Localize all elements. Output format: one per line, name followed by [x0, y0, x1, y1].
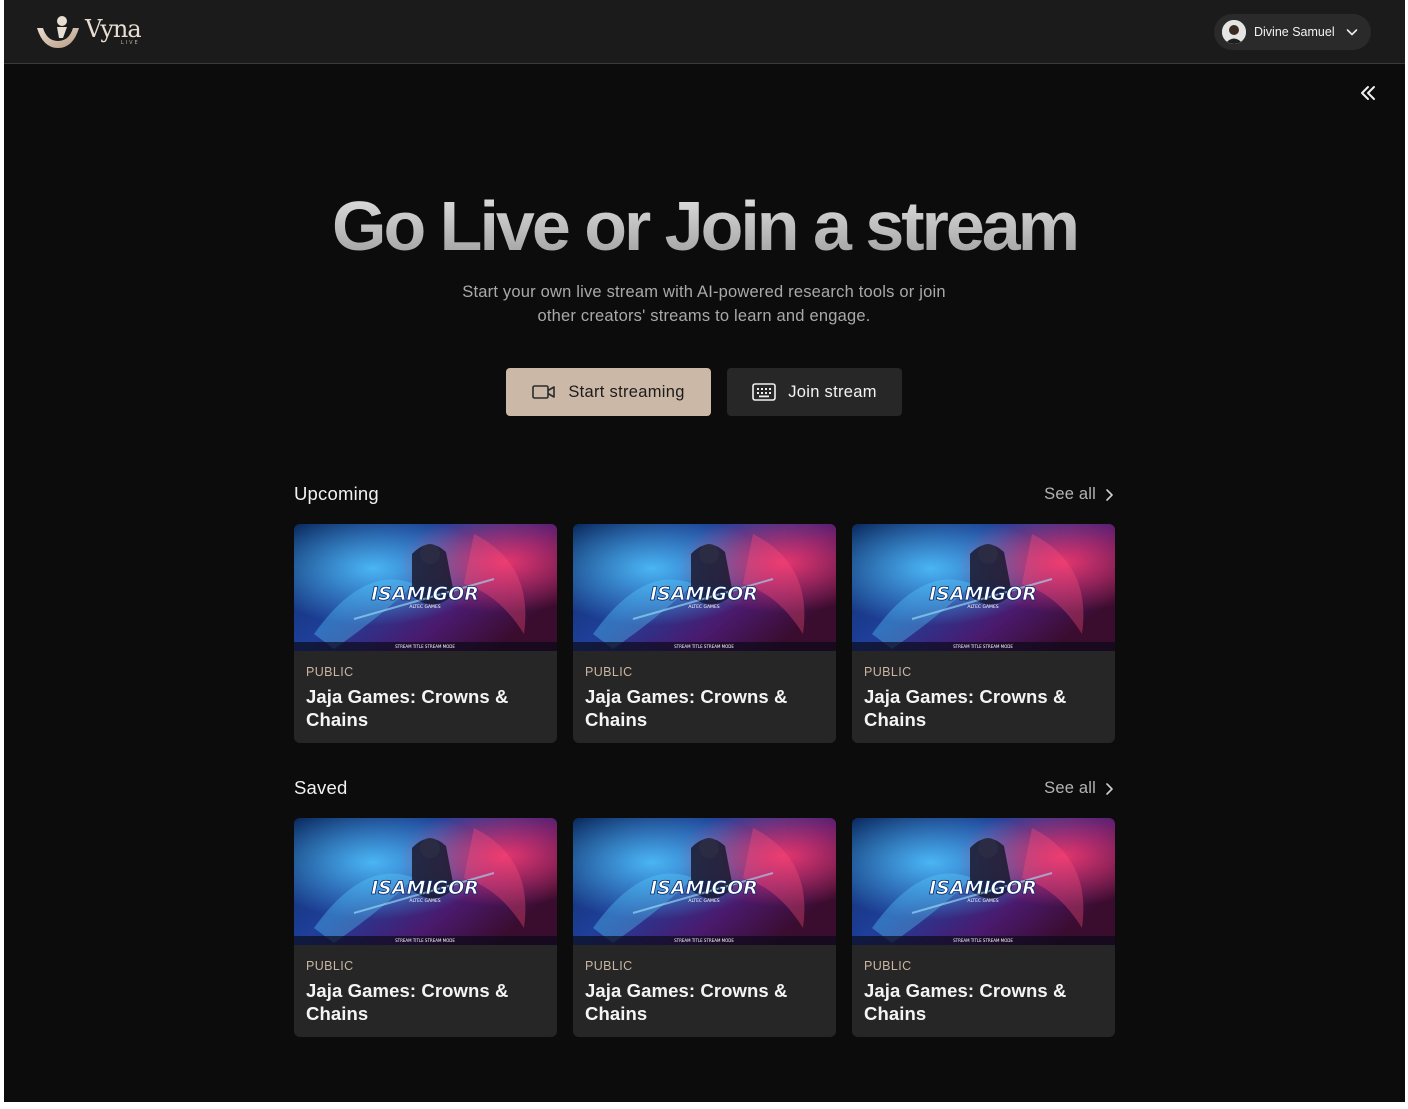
- stream-thumbnail: ISAMIGOR ALTEC GAMES STREAM TITLE STREAM…: [852, 524, 1115, 651]
- join-stream-label: Join stream: [788, 382, 877, 401]
- thumbnail-caption-text: STREAM TITLE STREAM MODE: [395, 938, 455, 943]
- saved-card-list: ISAMIGOR ALTEC GAMES STREAM TITLE STREAM…: [294, 818, 1115, 1037]
- stream-card[interactable]: ISAMIGOR ALTEC GAMES STREAM TITLE STREAM…: [852, 818, 1115, 1037]
- stream-card[interactable]: ISAMIGOR ALTEC GAMES STREAM TITLE STREAM…: [294, 818, 557, 1037]
- user-menu-button[interactable]: Divine Samuel: [1214, 14, 1371, 50]
- thumbnail-tag-text: ALTEC GAMES: [688, 604, 719, 610]
- see-all-label: See all: [1044, 779, 1096, 797]
- thumbnail-logo-text: ISAMIGOR: [929, 877, 1037, 899]
- page-subtitle: Start your own live stream with AI-power…: [462, 283, 946, 325]
- thumbnail-tag-text: ALTEC GAMES: [688, 898, 719, 904]
- visibility-badge: PUBLIC: [864, 959, 912, 973]
- stream-card[interactable]: ISAMIGOR ALTEC GAMES STREAM TITLE STREAM…: [573, 818, 836, 1037]
- thumbnail-caption-text: STREAM TITLE STREAM MODE: [953, 644, 1013, 649]
- stream-thumbnail: ISAMIGOR ALTEC GAMES STREAM TITLE STREAM…: [294, 818, 557, 945]
- visibility-badge: PUBLIC: [585, 959, 633, 973]
- avatar: [1222, 20, 1246, 44]
- thumbnail-logo-text: ISAMIGOR: [371, 877, 479, 899]
- stream-title: Jaja Games: Crowns & Chains: [585, 980, 788, 1024]
- chevron-right-icon: [1106, 782, 1113, 795]
- start-streaming-label: Start streaming: [568, 382, 685, 401]
- logo-subtext: LIVE: [120, 40, 140, 46]
- user-name: Divine Samuel: [1254, 25, 1335, 39]
- visibility-badge: PUBLIC: [306, 959, 354, 973]
- stream-title: Jaja Games: Crowns & Chains: [864, 980, 1067, 1024]
- visibility-badge: PUBLIC: [306, 665, 354, 679]
- page-title: Go Live or Join a stream: [4, 186, 1405, 266]
- logo-wordmark: Vyna: [85, 15, 142, 43]
- stream-title: Jaja Games: Crowns & Chains: [306, 686, 509, 730]
- join-stream-button[interactable]: Join stream: [727, 368, 902, 416]
- vyna-logo[interactable]: Vyna LIVE: [35, 14, 142, 50]
- thumbnail-tag-text: ALTEC GAMES: [409, 898, 440, 904]
- thumbnail-caption-text: STREAM TITLE STREAM MODE: [674, 644, 734, 649]
- see-all-label: See all: [1044, 485, 1096, 503]
- stream-card[interactable]: ISAMIGOR ALTEC GAMES STREAM TITLE STREAM…: [573, 524, 836, 743]
- thumbnail-logo-text: ISAMIGOR: [371, 583, 479, 605]
- keyboard-icon: [752, 383, 777, 401]
- chevron-right-icon: [1106, 488, 1113, 501]
- logo-mark-icon: [37, 16, 79, 48]
- section-title-saved: Saved: [294, 777, 348, 798]
- thumbnail-logo-text: ISAMIGOR: [929, 583, 1037, 605]
- thumbnail-tag-text: ALTEC GAMES: [967, 604, 998, 610]
- stream-title: Jaja Games: Crowns & Chains: [585, 686, 788, 730]
- double-chevron-left-icon[interactable]: [1357, 82, 1379, 104]
- see-all-saved-link[interactable]: See all: [1044, 779, 1114, 798]
- stream-thumbnail: ISAMIGOR ALTEC GAMES STREAM TITLE STREAM…: [294, 524, 557, 651]
- thumbnail-caption-text: STREAM TITLE STREAM MODE: [674, 938, 734, 943]
- thumbnail-caption-text: STREAM TITLE STREAM MODE: [395, 644, 455, 649]
- see-all-upcoming-link[interactable]: See all: [1044, 485, 1114, 504]
- app-window: Vyna LIVE Divine Samuel Go Live or Join …: [4, 0, 1405, 1102]
- stream-card[interactable]: ISAMIGOR ALTEC GAMES STREAM TITLE STREAM…: [852, 524, 1115, 743]
- stream-card[interactable]: ISAMIGOR ALTEC GAMES STREAM TITLE STREAM…: [294, 524, 557, 743]
- stream-title: Jaja Games: Crowns & Chains: [306, 980, 509, 1024]
- section-title-upcoming: Upcoming: [294, 483, 379, 504]
- stream-thumbnail: ISAMIGOR ALTEC GAMES STREAM TITLE STREAM…: [573, 818, 836, 945]
- visibility-badge: PUBLIC: [585, 665, 633, 679]
- thumbnail-tag-text: ALTEC GAMES: [409, 604, 440, 610]
- video-camera-icon: [532, 385, 556, 399]
- top-bar: Vyna LIVE Divine Samuel: [4, 0, 1405, 64]
- stream-thumbnail: ISAMIGOR ALTEC GAMES STREAM TITLE STREAM…: [573, 524, 836, 651]
- stream-title: Jaja Games: Crowns & Chains: [864, 686, 1067, 730]
- thumbnail-tag-text: ALTEC GAMES: [967, 898, 998, 904]
- chevron-down-icon: [1346, 29, 1357, 36]
- upcoming-card-list: ISAMIGOR ALTEC GAMES STREAM TITLE STREAM…: [294, 524, 1115, 743]
- start-streaming-button[interactable]: Start streaming: [506, 368, 711, 416]
- stream-thumbnail: ISAMIGOR ALTEC GAMES STREAM TITLE STREAM…: [852, 818, 1115, 945]
- thumbnail-logo-text: ISAMIGOR: [650, 877, 758, 899]
- visibility-badge: PUBLIC: [864, 665, 912, 679]
- thumbnail-logo-text: ISAMIGOR: [650, 583, 758, 605]
- thumbnail-caption-text: STREAM TITLE STREAM MODE: [953, 938, 1013, 943]
